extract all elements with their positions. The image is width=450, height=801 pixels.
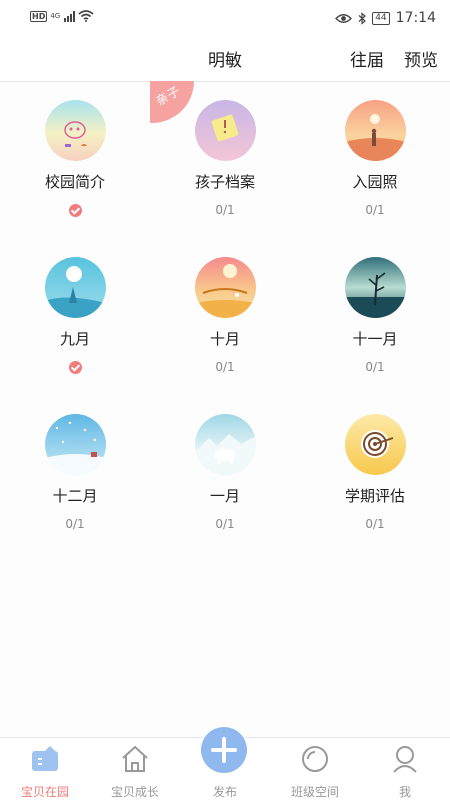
eye-icon (335, 13, 353, 23)
item-label: 孩子档案 (194, 173, 255, 191)
item-label: 十月 (209, 330, 240, 348)
school-intro-image (45, 100, 106, 161)
grid-item-december[interactable]: 十二月 0/1 (0, 395, 150, 545)
item-label: 校园简介 (44, 173, 105, 191)
check-icon (68, 361, 82, 374)
grid-item-school-intro[interactable]: 校园简介 (0, 81, 150, 231)
clock: 17:14 (395, 10, 436, 26)
enrollment-photo-image (345, 100, 406, 161)
semester-review-image (345, 414, 406, 475)
november-image (345, 257, 406, 318)
progress-count: 0/1 (215, 517, 235, 531)
battery-icon: 44 (372, 11, 390, 25)
nav-label: 宝贝在园 (20, 785, 69, 799)
signal-icon (64, 10, 76, 22)
item-label: 十二月 (52, 487, 98, 505)
nav-label: 发布 (212, 785, 237, 799)
house-icon (122, 745, 148, 772)
october-image (195, 257, 256, 318)
nav-me[interactable]: 我 (360, 738, 450, 801)
nav-label: 班级空间 (290, 785, 339, 799)
progress-count: 0/1 (365, 360, 385, 374)
item-label: 十一月 (352, 330, 398, 348)
past-years-button[interactable]: 往届 (350, 46, 384, 71)
grid-item-enrollment-photo[interactable]: 入园照 0/1 (300, 81, 450, 231)
network-type: 4G (50, 12, 61, 20)
grid-item-october[interactable]: 十月 0/1 (150, 238, 300, 388)
grid-item-september[interactable]: 九月 (0, 238, 150, 388)
hd-indicator: HD (30, 10, 48, 22)
publish-plus-button[interactable] (201, 727, 247, 773)
item-label: 一月 (209, 487, 240, 505)
nav-baby-growth[interactable]: 宝贝成长 (90, 738, 180, 801)
progress-count: 0/1 (215, 360, 235, 374)
grid-item-january[interactable]: 一月 0/1 (150, 395, 300, 545)
grid-item-november[interactable]: 十一月 0/1 (300, 238, 450, 388)
progress-count: 0/1 (365, 203, 385, 217)
item-label: 入园照 (352, 173, 398, 191)
december-image (45, 414, 106, 475)
header: 明敏 往届 预览 (0, 36, 450, 82)
preview-button[interactable]: 预览 (404, 46, 438, 71)
grid-item-semester-review[interactable]: 学期评估 0/1 (300, 395, 450, 545)
wifi-icon (78, 10, 94, 22)
progress-count: 0/1 (365, 517, 385, 531)
nav-class-space[interactable]: 班级空间 (270, 738, 360, 801)
item-label: 学期评估 (344, 487, 405, 505)
january-image (195, 414, 256, 475)
child-profile-image (195, 100, 256, 161)
class-home-icon (32, 746, 58, 771)
bluetooth-icon (358, 11, 367, 25)
progress-count: 0/1 (215, 203, 235, 217)
ribbon-label: 亲子 (153, 83, 184, 109)
status-bar: HD 4G 44 17:14 (0, 0, 450, 36)
september-image (45, 257, 106, 318)
check-icon (68, 204, 82, 217)
circle-icon (302, 746, 328, 772)
nav-label: 我 (398, 785, 411, 799)
person-icon (393, 746, 417, 773)
progress-count: 0/1 (65, 517, 85, 531)
nav-baby-in-school[interactable]: 宝贝在园 (0, 738, 90, 801)
nav-label: 宝贝成长 (110, 785, 159, 799)
item-label: 九月 (59, 330, 90, 348)
